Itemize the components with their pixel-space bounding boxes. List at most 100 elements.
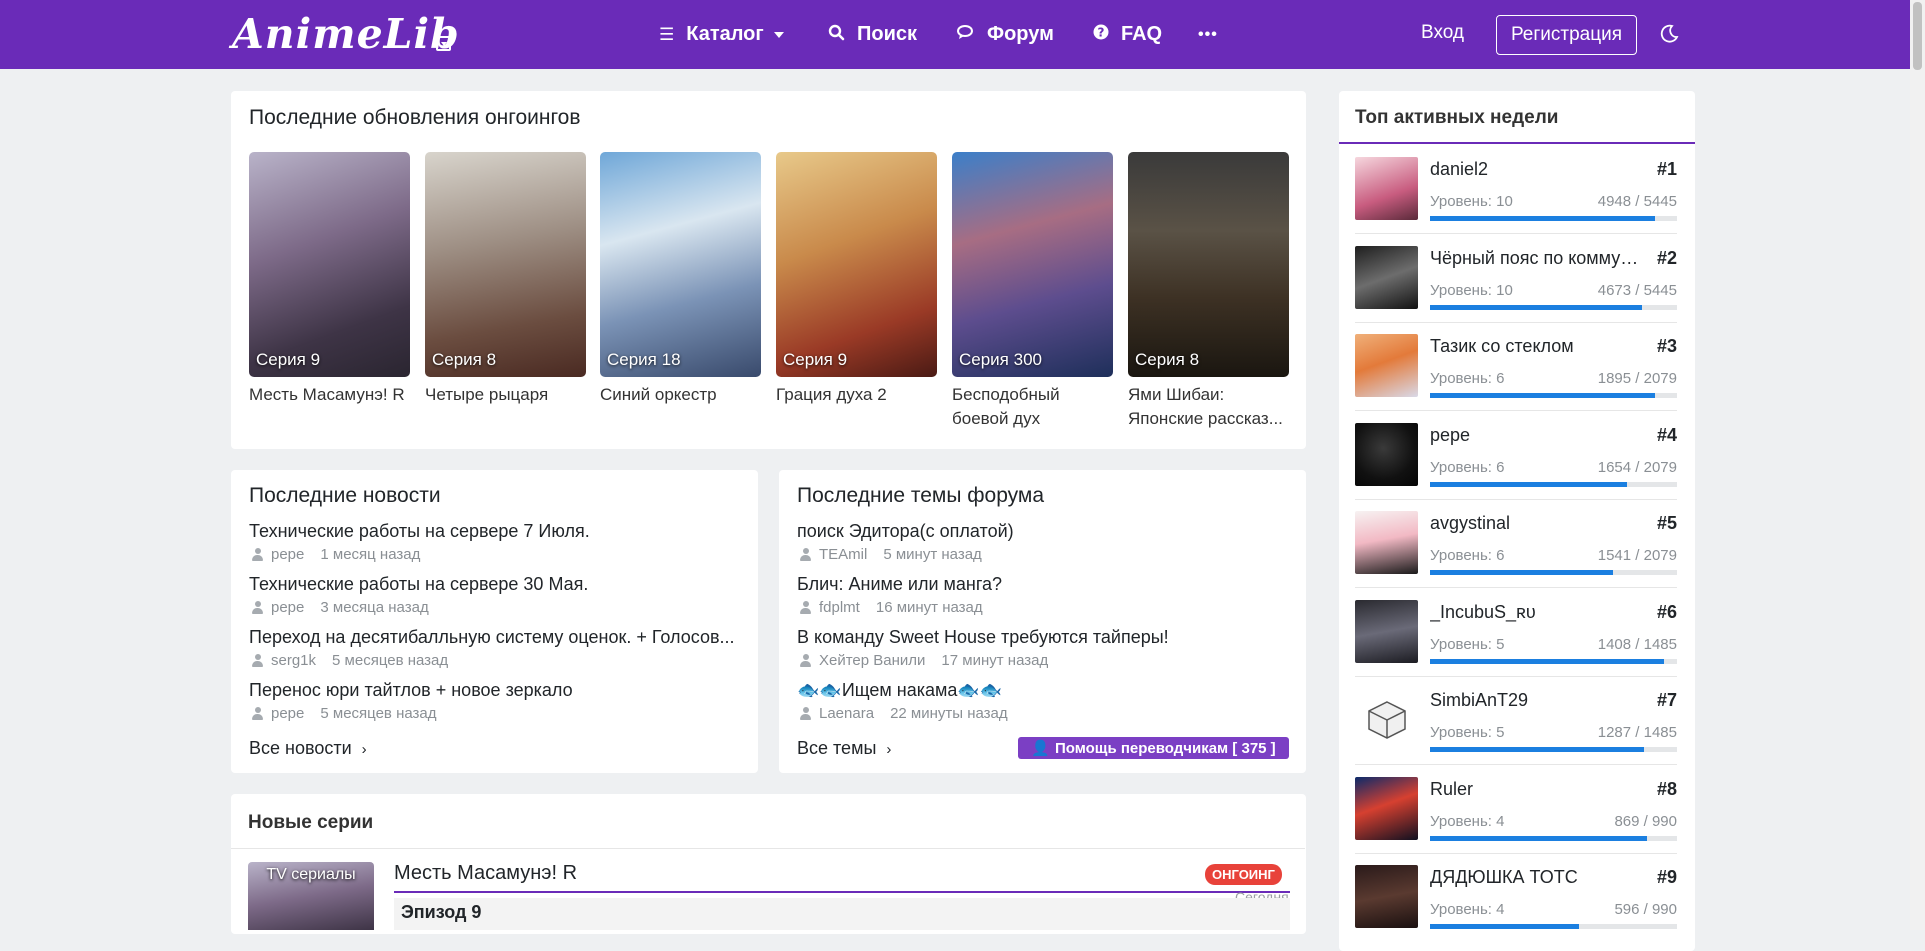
episode-cover[interactable]: TV сериалы (248, 862, 374, 930)
forum-item-time: 17 минут назад (941, 652, 1049, 669)
nav-search-label: Поиск (857, 23, 918, 45)
top-user-row[interactable]: pepe #4 Уровень: 6 1654 / 2079 (1355, 423, 1677, 501)
avatar[interactable] (1355, 777, 1418, 840)
user-level: Уровень: 4 (1430, 901, 1505, 918)
ongoing-cover[interactable]: Серия 8 (425, 152, 586, 377)
ongoing-cover[interactable]: Серия 300 (952, 152, 1113, 377)
news-item-user[interactable]: serg1k (271, 652, 316, 669)
user-level: Уровень: 10 (1430, 282, 1513, 299)
all-news-link[interactable]: Все новости › (249, 738, 367, 759)
avatar[interactable] (1355, 600, 1418, 663)
user-name[interactable]: Тазик со стеклом (1430, 336, 1640, 357)
divider (1355, 764, 1677, 765)
translator-help-button[interactable]: 👤 Помощь переводчикам [ 375 ] (1018, 737, 1289, 759)
nav-catalog[interactable]: ☰ Каталог (659, 0, 784, 69)
avatar[interactable] (1355, 688, 1418, 751)
chevron-down-icon (773, 31, 784, 38)
news-item-title[interactable]: Переход на десятибалльную систему оценок… (249, 627, 744, 648)
user-rank: #3 (1656, 336, 1677, 356)
news-title: Последние новости (249, 484, 441, 507)
episode-number[interactable]: Эпизод 9 (401, 902, 481, 923)
divider (1355, 853, 1677, 854)
news-item-time: 3 месяца назад (320, 599, 429, 616)
xp-progress-fill (1430, 305, 1642, 310)
user-level: Уровень: 6 (1430, 370, 1505, 387)
divider (394, 891, 1290, 893)
xp-progress-bar (1430, 305, 1677, 310)
forum-item-title[interactable]: поиск Эдитора(с оплатой) (797, 521, 1292, 542)
chevron-right-icon: › (361, 741, 367, 758)
user-name[interactable]: SimbiAnT29 (1430, 690, 1640, 711)
user-name[interactable]: daniel2 (1430, 159, 1640, 180)
avatar[interactable] (1355, 246, 1418, 309)
top-user-row[interactable]: avgystinal #5 Уровень: 6 1541 / 2079 (1355, 511, 1677, 589)
nav-forum[interactable]: Форум (957, 0, 1054, 69)
scrollbar-thumb[interactable] (1913, 2, 1922, 70)
ongoing-cover[interactable]: Серия 9 (249, 152, 410, 377)
news-item-user[interactable]: pepe (271, 705, 304, 722)
episode-title-link[interactable]: Месть Масамунэ! R (394, 862, 577, 885)
user-name[interactable]: ДЯДЮШКА ТОТС (1430, 867, 1640, 888)
forum-item-title[interactable]: 🐟🐟Ищем накама🐟🐟 (797, 680, 1292, 701)
avatar[interactable] (1355, 423, 1418, 486)
ongoing-name[interactable]: Грация духа 2 (776, 383, 941, 407)
ongoing-name[interactable]: Синий оркестр (600, 383, 765, 407)
news-item-user[interactable]: pepe (271, 546, 304, 563)
divider (1355, 322, 1677, 323)
top-user-row[interactable]: daniel2 #1 Уровень: 10 4948 / 5445 (1355, 157, 1677, 235)
site-logo[interactable]: AnimeLib (232, 10, 460, 58)
avatar[interactable] (1355, 511, 1418, 574)
page-scrollbar[interactable] (1910, 0, 1925, 930)
logo-dropdown-icon[interactable] (436, 36, 451, 51)
forum-item-user[interactable]: Laenara (819, 705, 874, 722)
user-xp: 4948 / 5445 (1597, 193, 1677, 210)
all-topics-link[interactable]: Все темы › (797, 738, 891, 759)
ongoing-cover[interactable]: Серия 9 (776, 152, 937, 377)
forum-item-title[interactable]: Блич: Аниме или манга? (797, 574, 1292, 595)
avatar[interactable] (1355, 334, 1418, 397)
forum-item-time: 5 минут назад (883, 546, 982, 563)
avatar[interactable] (1355, 865, 1418, 928)
dark-mode-toggle-icon[interactable] (1660, 24, 1679, 43)
top-user-row[interactable]: SimbiAnT29 #7 Уровень: 5 1287 / 1485 (1355, 688, 1677, 766)
more-menu-icon[interactable]: ••• (1198, 0, 1218, 69)
user-icon (800, 601, 811, 614)
nav-search[interactable]: Поиск (828, 0, 917, 69)
top-user-row[interactable]: _IncubuS_ʀᴜ #6 Уровень: 5 1408 / 1485 (1355, 600, 1677, 678)
forum-item-user[interactable]: TEAmil (819, 546, 867, 563)
news-item-title[interactable]: Перенос юри тайтлов + новое зеркало (249, 680, 744, 701)
news-item-title[interactable]: Технические работы на сервере 30 Мая. (249, 574, 744, 595)
avatar[interactable] (1355, 157, 1418, 220)
forum-item-title[interactable]: В команду Sweet House требуются тайперы! (797, 627, 1292, 648)
ongoing-name[interactable]: Четыре рыцаря (425, 383, 590, 407)
xp-progress-bar (1430, 393, 1677, 398)
top-user-row[interactable]: Тазик со стеклом #3 Уровень: 6 1895 / 20… (1355, 334, 1677, 412)
episode-row[interactable] (394, 898, 1290, 930)
forum-item-user[interactable]: Хейтер Ванили (819, 652, 925, 669)
news-item-title[interactable]: Технические работы на сервере 7 Июля. (249, 521, 744, 542)
user-icon (800, 548, 811, 561)
ongoing-cover[interactable]: Серия 18 (600, 152, 761, 377)
ongoing-name[interactable]: Ями Шибаи: Японские рассказ... (1128, 383, 1288, 431)
login-link[interactable]: Вход (1421, 22, 1464, 44)
forum-card (779, 470, 1306, 773)
register-button[interactable]: Регистрация (1496, 15, 1637, 55)
xp-progress-bar (1430, 836, 1677, 841)
user-name[interactable]: pepe (1430, 425, 1640, 446)
top-user-row[interactable]: Ruler #8 Уровень: 4 869 / 990 (1355, 777, 1677, 855)
user-name[interactable]: avgystinal (1430, 513, 1640, 534)
ongoing-name[interactable]: Бесподобный боевой дух (952, 383, 1077, 431)
user-level: Уровень: 4 (1430, 813, 1505, 830)
ongoing-cover[interactable]: Серия 8 (1128, 152, 1289, 377)
user-name[interactable]: _IncubuS_ʀᴜ (1430, 602, 1640, 623)
news-item-user[interactable]: pepe (271, 599, 304, 616)
user-name[interactable]: Чёрный пояс по коммуникации (1430, 248, 1640, 269)
ongoing-name[interactable]: Месть Масамунэ! R (249, 383, 414, 407)
episode-label: Серия 9 (256, 350, 321, 369)
nav-faq[interactable]: ? FAQ (1093, 0, 1162, 69)
top-user-row[interactable]: Чёрный пояс по коммуникации #2 Уровень: … (1355, 246, 1677, 324)
nav-forum-label: Форум (987, 23, 1054, 45)
forum-item-user[interactable]: fdplmt (819, 599, 860, 616)
top-user-row[interactable]: ДЯДЮШКА ТОТС #9 Уровень: 4 596 / 990 (1355, 865, 1677, 943)
user-name[interactable]: Ruler (1430, 779, 1640, 800)
